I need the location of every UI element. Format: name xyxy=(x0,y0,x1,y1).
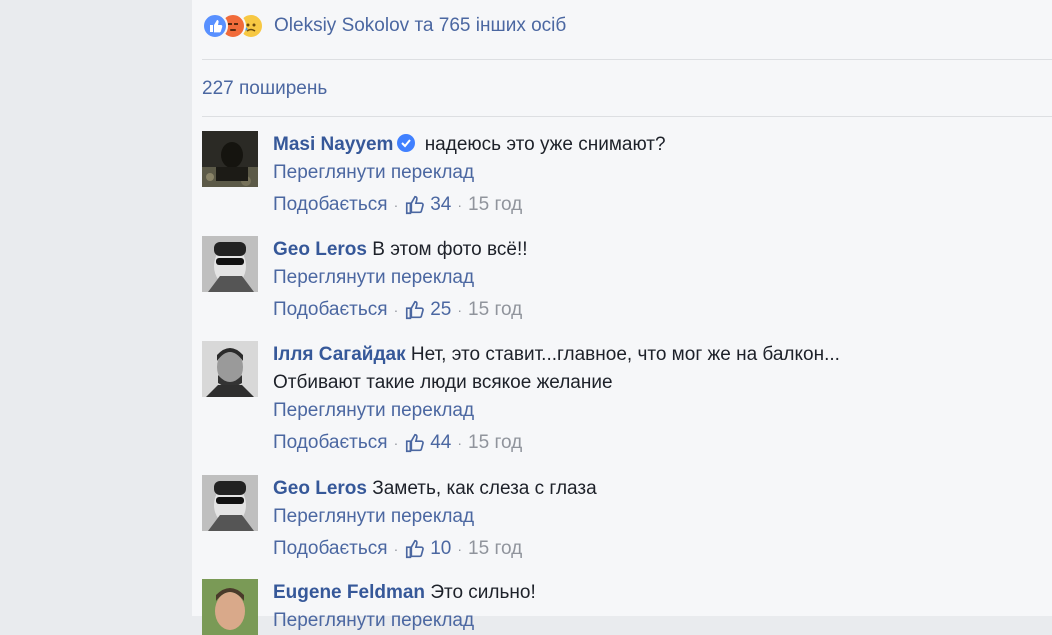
see-translation-link[interactable]: Переглянути переклад xyxy=(273,397,1033,425)
comment-author[interactable]: Eugene Feldman xyxy=(273,582,425,603)
comment-author[interactable]: Ілля Сагайдак xyxy=(273,344,406,365)
separator-dot: · xyxy=(393,541,399,557)
separator-dot: · xyxy=(457,541,463,557)
divider xyxy=(202,116,1052,117)
separator-dot: · xyxy=(393,435,399,451)
like-icon xyxy=(202,13,228,39)
timestamp[interactable]: 15 год xyxy=(468,538,522,560)
like-button[interactable]: Подобається xyxy=(273,432,388,454)
comment-text: надеюсь это уже снимают? xyxy=(424,134,666,155)
reactors-summary[interactable]: Oleksiy Sokolov та 765 інших осіб xyxy=(274,15,566,37)
shares-count[interactable]: 227 поширень xyxy=(202,78,327,100)
reactions-bar[interactable]: Oleksiy Sokolov та 765 інших осіб xyxy=(202,8,566,44)
comment-text: В этом фото всё!! xyxy=(372,239,528,260)
thumbs-up-icon[interactable] xyxy=(404,194,426,216)
separator-dot: · xyxy=(457,435,463,451)
like-count[interactable]: 10 xyxy=(430,538,451,560)
avatar[interactable] xyxy=(202,131,258,187)
separator-dot: · xyxy=(457,197,463,213)
separator-dot: · xyxy=(393,302,399,318)
comment-author[interactable]: Geo Leros xyxy=(273,239,367,260)
timestamp[interactable]: 15 год xyxy=(468,432,522,454)
divider xyxy=(202,59,1052,60)
avatar[interactable] xyxy=(202,341,258,397)
like-button[interactable]: Подобається xyxy=(273,299,388,321)
see-translation-link[interactable]: Переглянути переклад xyxy=(273,607,1033,635)
avatar[interactable] xyxy=(202,236,258,292)
avatar[interactable] xyxy=(202,579,258,635)
timestamp[interactable]: 15 год xyxy=(468,299,522,321)
like-count[interactable]: 34 xyxy=(430,194,451,216)
comments-panel: Oleksiy Sokolov та 765 інших осіб 227 по… xyxy=(192,0,1052,635)
thumbs-up-icon[interactable] xyxy=(404,299,426,321)
see-translation-link[interactable]: Переглянути переклад xyxy=(273,503,1033,531)
comment-text-continued: Отбивают такие люди всякое желание xyxy=(273,372,613,393)
like-count[interactable]: 44 xyxy=(430,432,451,454)
comment-text: Заметь, как слеза с глаза xyxy=(372,478,597,499)
like-button[interactable]: Подобається xyxy=(273,194,388,216)
comment-author[interactable]: Masi Nayyem xyxy=(273,134,393,155)
timestamp[interactable]: 15 год xyxy=(468,194,522,216)
see-translation-link[interactable]: Переглянути переклад xyxy=(273,159,1033,187)
see-translation-link[interactable]: Переглянути переклад xyxy=(273,264,1033,292)
comment-text: Нет, это ставит...главное, что мог же на… xyxy=(410,344,840,365)
like-count[interactable]: 25 xyxy=(430,299,451,321)
comment-text: Это сильно! xyxy=(430,582,536,603)
thumbs-up-icon[interactable] xyxy=(404,432,426,454)
separator-dot: · xyxy=(457,302,463,318)
like-button[interactable]: Подобається xyxy=(273,538,388,560)
verified-badge-icon xyxy=(397,134,416,152)
avatar[interactable] xyxy=(202,475,258,531)
thumbs-up-icon[interactable] xyxy=(404,538,426,560)
separator-dot: · xyxy=(393,197,399,213)
comment-author[interactable]: Geo Leros xyxy=(273,478,367,499)
